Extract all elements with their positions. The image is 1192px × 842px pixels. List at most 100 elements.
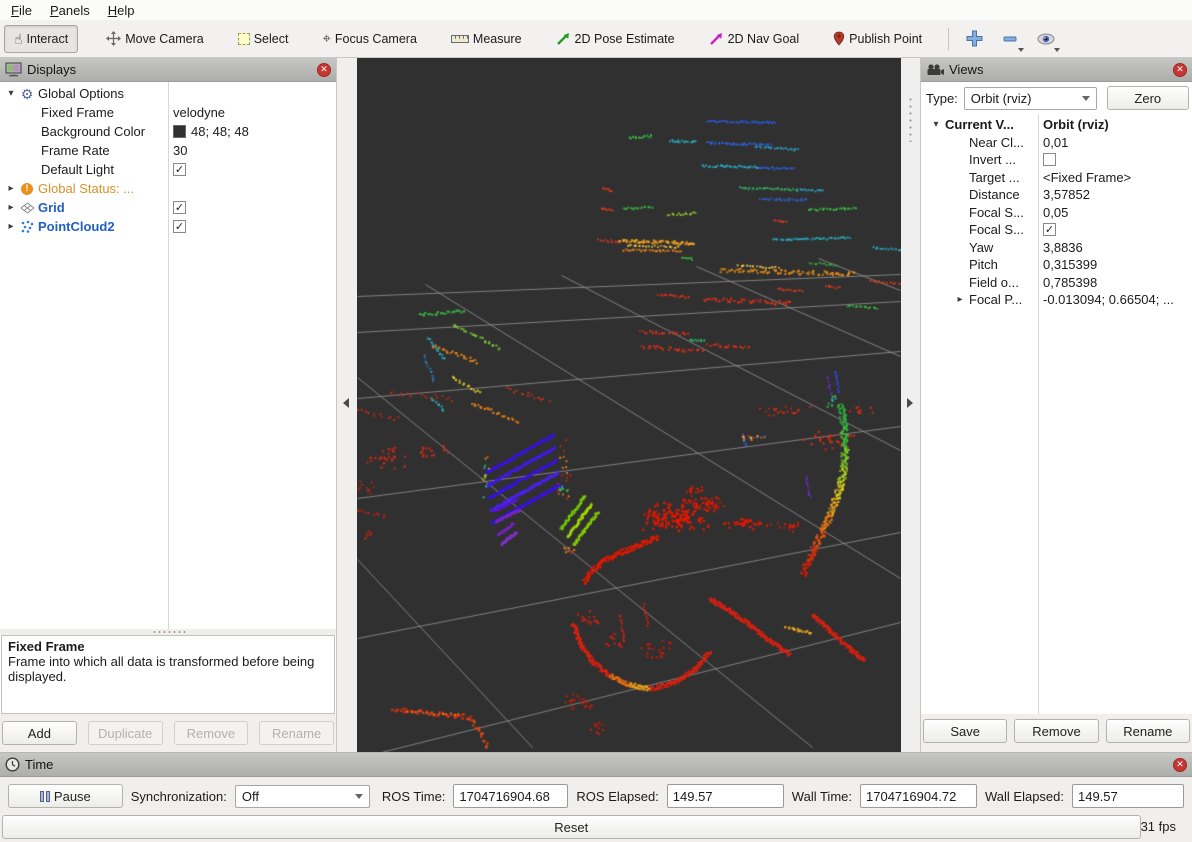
displays-panel-header: Displays ✕ [0, 58, 336, 82]
wall-elapsed-input[interactable]: 149.57 [1072, 784, 1184, 808]
expander-open-icon[interactable]: ▾ [929, 119, 943, 130]
property-value[interactable]: 0,05 [1038, 205, 1192, 220]
ros-elapsed-input[interactable]: 149.57 [667, 784, 784, 808]
views-row-focal-p[interactable]: ▸Focal P...-0.013094; 0.66504; ... [921, 291, 1192, 309]
menu-panels[interactable]: Panels [41, 2, 99, 19]
views-close-button[interactable]: ✕ [1173, 63, 1187, 77]
displays-row-background-color[interactable]: Background Color48; 48; 48 [0, 122, 336, 141]
collapse-right-icon[interactable] [907, 398, 913, 408]
property-label: ▸PointCloud2 [0, 219, 168, 234]
property-value[interactable]: velodyne [168, 105, 336, 120]
checkbox[interactable]: ✓ [1043, 223, 1056, 236]
expander-closed-icon[interactable]: ▸ [4, 202, 18, 213]
views-row-current-v[interactable]: ▾Current V...Orbit (rviz) [921, 116, 1192, 134]
toolbar-remove-tool-button[interactable] [995, 25, 1025, 53]
views-row-focal-s[interactable]: Focal S...✓ [921, 221, 1192, 239]
menu-help[interactable]: Help [99, 2, 144, 19]
pause-button[interactable]: Pause [8, 784, 123, 808]
checkbox[interactable] [1043, 153, 1056, 166]
render-viewport [357, 58, 901, 752]
displays-row-global-options[interactable]: ▾⚙Global Options [0, 84, 336, 103]
displays-row-global-status[interactable]: ▸!Global Status: ... [0, 179, 336, 198]
wall-time-input[interactable]: 1704716904.72 [860, 784, 977, 808]
save-button[interactable]: Save [923, 719, 1007, 743]
3d-viewport-canvas[interactable] [357, 58, 901, 752]
displays-icon [5, 62, 22, 77]
property-label: Frame Rate [0, 143, 168, 158]
views-row-distance[interactable]: Distance3,57852 [921, 186, 1192, 204]
displays-splitter-handle[interactable] [0, 629, 336, 635]
expander-closed-icon[interactable]: ▸ [4, 183, 18, 194]
property-value: ✓ [168, 163, 336, 176]
tool-2d-pose-estimate[interactable]: 2D Pose Estimate [546, 25, 685, 53]
views-row-field-o[interactable]: Field o...0,785398 [921, 274, 1192, 292]
pointcloud-icon [20, 220, 34, 233]
menu-file[interactable]: File [2, 2, 41, 19]
property-label: Focal S... [921, 205, 1038, 220]
tool-select[interactable]: Select [228, 25, 299, 53]
displays-row-fixed-frame[interactable]: Fixed Framevelodyne [0, 103, 336, 122]
tool-focus-camera[interactable]: ⌖Focus Camera [312, 24, 426, 53]
expander-closed-icon[interactable]: ▸ [953, 294, 967, 305]
splitter-grip[interactable] [909, 96, 912, 142]
zero-button[interactable]: Zero [1107, 86, 1189, 110]
tool-interact[interactable]: ☝Interact [4, 25, 78, 53]
time-close-button[interactable]: ✕ [1173, 758, 1187, 772]
checkbox[interactable]: ✓ [173, 163, 186, 176]
property-value: ✓ [168, 220, 336, 233]
expander-closed-icon[interactable]: ▸ [4, 221, 18, 232]
displays-row-frame-rate[interactable]: Frame Rate30 [0, 141, 336, 160]
property-value[interactable]: 0,315399 [1038, 257, 1192, 272]
displays-close-button[interactable]: ✕ [317, 63, 331, 77]
fps-counter: 31 fps [1141, 815, 1176, 834]
ros-time-input[interactable]: 1704716904.68 [453, 784, 568, 808]
views-row-focal-s[interactable]: Focal S...0,05 [921, 204, 1192, 222]
property-value[interactable]: Orbit (rviz) [1038, 117, 1192, 132]
property-value[interactable]: 48; 48; 48 [168, 124, 336, 139]
row-label: Near Cl... [967, 135, 1024, 150]
property-value[interactable]: <Fixed Frame> [1038, 170, 1192, 185]
move-icon [106, 31, 121, 46]
property-value[interactable]: 0,01 [1038, 135, 1192, 150]
views-row-pitch[interactable]: Pitch0,315399 [921, 256, 1192, 274]
displays-row-pointcloud2[interactable]: ▸PointCloud2 ✓ [0, 217, 336, 236]
remove-button[interactable]: Remove [1014, 719, 1098, 743]
reset-button[interactable]: Reset [2, 815, 1141, 839]
displays-row-grid[interactable]: ▸Grid✓ [0, 198, 336, 217]
property-value[interactable]: -0.013094; 0.66504; ... [1038, 292, 1192, 307]
tool-label: Focus Camera [335, 32, 417, 46]
right-splitter[interactable] [901, 58, 920, 752]
displays-panel-title: Displays [27, 62, 312, 77]
views-panel-header: Views ✕ [921, 58, 1192, 82]
synchronization-select[interactable]: Off [235, 785, 370, 808]
add-button[interactable]: Add [2, 721, 77, 745]
views-row-target[interactable]: Target ...<Fixed Frame> [921, 169, 1192, 187]
toolbar-add-tool-button[interactable] [959, 25, 989, 53]
views-row-yaw[interactable]: Yaw3,8836 [921, 239, 1192, 257]
collapse-left-icon[interactable] [343, 398, 349, 408]
expander-open-icon[interactable]: ▾ [4, 88, 18, 99]
property-label: Field o... [921, 275, 1038, 290]
tool-2d-nav-goal[interactable]: 2D Nav Goal [699, 25, 810, 53]
property-value[interactable]: 30 [168, 143, 336, 158]
rename-button: Rename [259, 721, 334, 745]
checkbox[interactable]: ✓ [173, 201, 186, 214]
views-row-near-cl[interactable]: Near Cl... 0,01 [921, 134, 1192, 152]
left-splitter[interactable] [337, 58, 357, 752]
toolbar-tool-visibility-button[interactable] [1031, 25, 1061, 53]
pause-icon [40, 791, 50, 802]
view-type-select[interactable]: Orbit (rviz) [964, 87, 1097, 110]
property-value[interactable]: 0,785398 [1038, 275, 1192, 290]
checkbox[interactable]: ✓ [173, 220, 186, 233]
hand-icon: ☝ [14, 32, 23, 46]
tool-move-camera[interactable]: Move Camera [96, 24, 214, 53]
views-row-invert[interactable]: Invert ... [921, 151, 1192, 169]
property-value[interactable]: 3,57852 [1038, 187, 1192, 202]
tool-publish-point[interactable]: Publish Point [823, 24, 932, 53]
property-value[interactable]: 3,8836 [1038, 240, 1192, 255]
tool-measure[interactable]: Measure [441, 25, 532, 53]
views-icon [926, 64, 944, 76]
rename-button[interactable]: Rename [1106, 719, 1190, 743]
time-panel: Time ✕ Pause Synchronization: Off ROS Ti… [0, 752, 1192, 842]
displays-row-default-light[interactable]: Default Light✓ [0, 160, 336, 179]
